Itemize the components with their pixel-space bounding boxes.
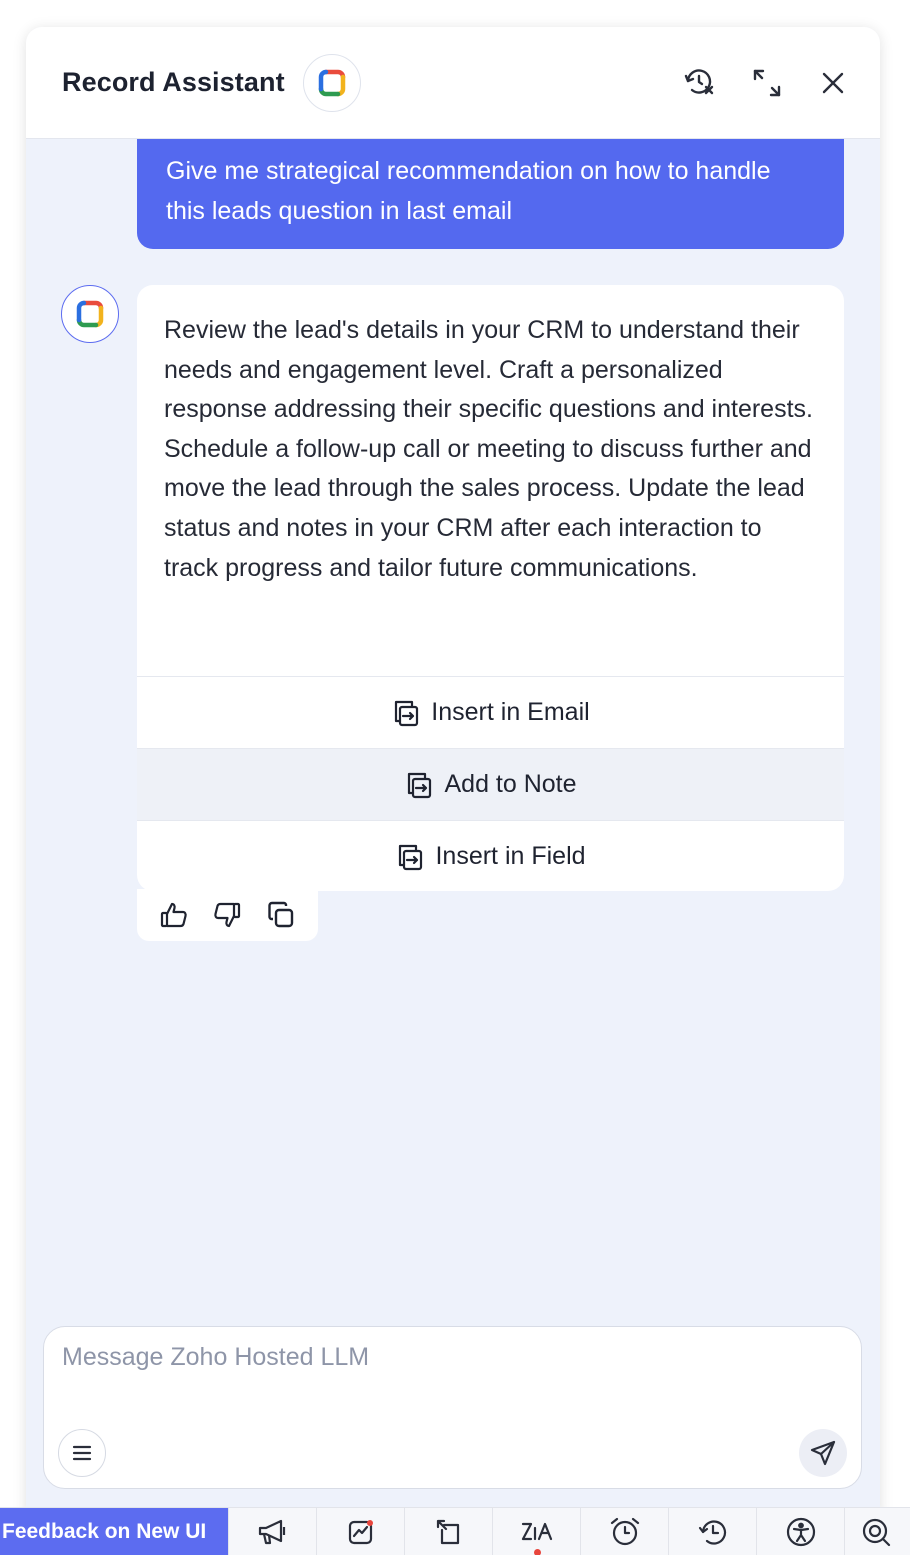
expand-icon[interactable] xyxy=(747,63,787,103)
history-icon[interactable] xyxy=(668,1508,756,1555)
menu-icon[interactable] xyxy=(58,1429,106,1477)
record-assistant-panel: Record Assistant Give me strategical rec… xyxy=(26,27,880,1517)
add-to-note-button[interactable]: Add to Note xyxy=(137,748,844,820)
message-input[interactable] xyxy=(62,1343,832,1413)
message-feedback-bar xyxy=(137,889,318,941)
insert-icon xyxy=(408,772,432,798)
insert-icon xyxy=(395,700,419,726)
user-message-bubble: Give me strategical recommendation on ho… xyxy=(137,139,844,249)
insert-in-field-button[interactable]: Insert in Field xyxy=(137,820,844,891)
assistant-message-text: Review the lead's details in your CRM to… xyxy=(164,316,813,582)
megaphone-icon[interactable] xyxy=(228,1508,316,1555)
action-label: Insert in Field xyxy=(435,842,586,870)
thumbs-up-icon[interactable] xyxy=(156,897,192,933)
copy-icon[interactable] xyxy=(263,897,299,933)
signals-icon[interactable] xyxy=(404,1508,492,1555)
clear-history-icon[interactable] xyxy=(680,63,720,103)
close-icon[interactable] xyxy=(813,63,853,103)
panel-header: Record Assistant xyxy=(26,27,880,139)
thumbs-down-icon[interactable] xyxy=(209,897,245,933)
zia-icon[interactable] xyxy=(492,1508,580,1555)
insert-icon xyxy=(399,844,423,870)
insert-in-email-button[interactable]: Insert in Email xyxy=(137,676,844,748)
alarm-icon[interactable] xyxy=(580,1508,668,1555)
analytics-icon[interactable] xyxy=(316,1508,404,1555)
assistant-message-card: Review the lead's details in your CRM to… xyxy=(137,285,844,891)
accessibility-icon[interactable] xyxy=(756,1508,844,1555)
action-label: Insert in Email xyxy=(431,698,590,726)
panel-title: Record Assistant xyxy=(62,67,285,97)
zia-logo-icon xyxy=(302,53,361,112)
search-icon[interactable] xyxy=(844,1508,906,1555)
feedback-on-new-ui-button[interactable]: Feedback on New UI xyxy=(0,1508,228,1555)
assistant-avatar xyxy=(61,285,119,343)
action-label: Add to Note xyxy=(444,770,577,798)
send-icon[interactable] xyxy=(799,1429,847,1477)
bottom-taskbar: Feedback on New UI xyxy=(0,1507,910,1555)
message-composer xyxy=(43,1326,862,1489)
notification-dot xyxy=(534,1549,541,1555)
zia-logo-icon xyxy=(76,300,104,328)
